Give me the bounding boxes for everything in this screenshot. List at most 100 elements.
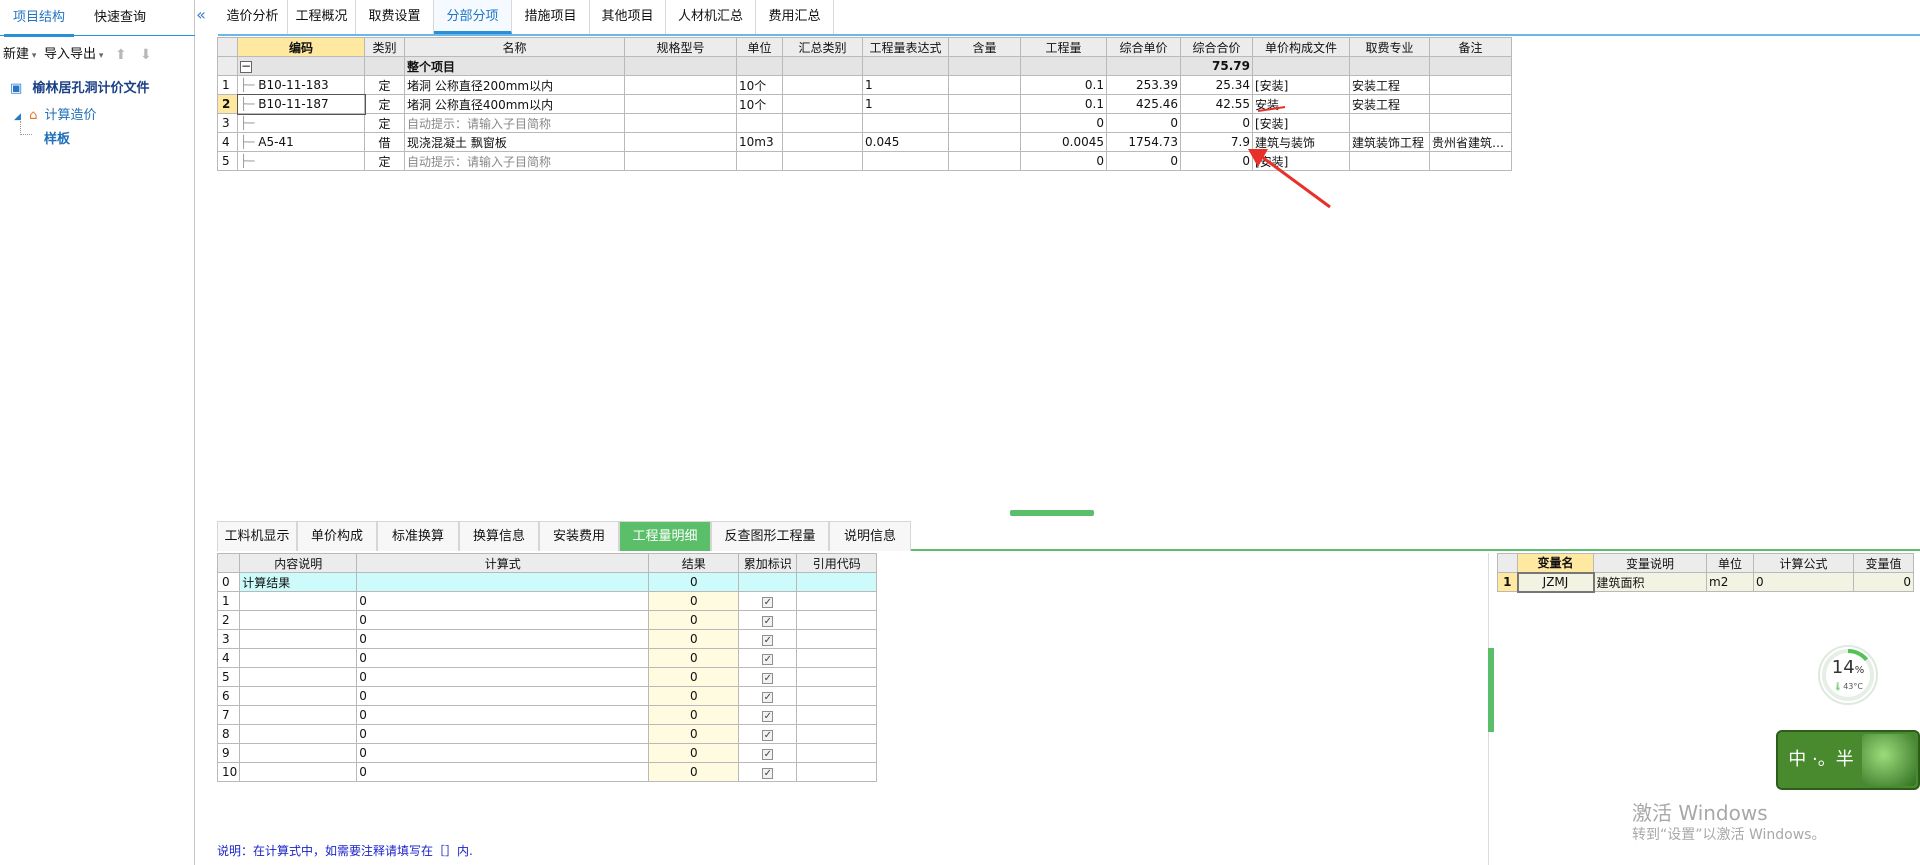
tab-cost-summary[interactable]: 费用汇总 [756,0,834,34]
col-var-desc[interactable]: 变量说明 [1593,553,1707,573]
formula-cell[interactable]: 0 [356,667,650,687]
qty-expression-cell[interactable]: 1 [862,94,949,114]
formula-cell[interactable]: 0 [356,705,650,725]
var-formula-cell[interactable]: 0 [1753,572,1854,592]
ref-code-cell[interactable] [796,686,878,706]
detail-result-ref[interactable] [796,572,878,592]
total-price-cell[interactable]: 25.34 [1180,75,1253,95]
remark-cell[interactable] [1429,113,1512,133]
spec-cell[interactable] [624,75,737,95]
spec-cell[interactable] [624,132,737,152]
col-unit-price[interactable]: 综合单价 [1106,37,1181,57]
tab-measures[interactable]: 措施项目 [512,0,590,34]
accumulate-cell[interactable]: ✓ [738,591,798,611]
unit-price-cell[interactable]: 253.39 [1106,75,1181,95]
ime-mode-text[interactable]: 中 ·。半 [1782,740,1860,780]
detail-result-row[interactable]: 0 计算结果 0 [216,572,878,592]
tree-leaf[interactable]: 样板 [44,128,70,147]
formula-cell[interactable]: 0 [356,743,650,763]
accumulate-cell[interactable]: ✓ [738,648,798,668]
accumulate-cell[interactable]: ✓ [738,686,798,706]
type-cell[interactable]: 定 [364,94,405,114]
fee-major-cell[interactable]: 建筑装饰工程 [1349,132,1430,152]
collapse-toggle-icon[interactable]: − [240,60,252,73]
sum-category-cell[interactable] [782,151,863,171]
unit-cell[interactable]: 10m3 [736,132,783,152]
tab-quick-query[interactable]: 快速查询 [84,0,156,35]
accumulate-cell[interactable]: ✓ [738,629,798,649]
fee-major-cell[interactable]: 安装工程 [1349,75,1430,95]
content-desc-cell[interactable] [239,629,358,649]
sum-category-cell[interactable] [782,132,863,152]
tree-root[interactable]: ▣ 榆林居孔洞计价文件 [10,77,149,96]
formula-cell[interactable]: 0 [356,648,650,668]
result-cell[interactable]: 0 [648,648,740,668]
detail-result-value[interactable]: 0 [648,572,740,592]
ref-code-cell[interactable] [796,762,878,782]
content-cell[interactable] [948,113,1021,133]
col-code[interactable]: 编码 [237,37,365,57]
detail-result-formula[interactable] [356,572,650,592]
name-cell[interactable]: 堵洞 公称直径400mm以内 [404,94,625,114]
unit-price-cell[interactable]: 0 [1106,113,1181,133]
content-cell[interactable] [948,94,1021,114]
spec-cell[interactable] [624,151,737,171]
col-spec[interactable]: 规格型号 [624,37,737,57]
content-desc-cell[interactable] [239,648,358,668]
detail-row[interactable]: 5 0 0 ✓ [216,667,878,687]
collapse-cell[interactable]: − [237,56,365,76]
accumulate-checkbox[interactable]: ✓ [762,749,774,760]
accumulate-cell[interactable]: ✓ [738,610,798,630]
remark-cell[interactable]: 贵州省建筑… [1429,132,1512,152]
detail-row[interactable]: 6 0 0 ✓ [216,686,878,706]
col-content-desc[interactable]: 内容说明 [239,553,358,573]
col-remark[interactable]: 备注 [1429,37,1512,57]
col-content[interactable]: 含量 [948,37,1021,57]
var-row[interactable]: 1 JZMJ 建筑面积 m2 0 0 [1497,571,1914,593]
ref-code-cell[interactable] [796,610,878,630]
col-result[interactable]: 结果 [648,553,740,573]
cpu-usage-widget[interactable]: 14% 🌡43°C [1818,645,1878,705]
sum-category-cell[interactable] [782,94,863,114]
tab-subdivision[interactable]: 分部分项 [434,0,512,34]
formula-cell[interactable]: 0 [356,610,650,630]
col-price-file[interactable]: 单价构成文件 [1252,37,1350,57]
ref-code-cell[interactable] [796,705,878,725]
var-value-cell[interactable]: 0 [1853,572,1914,592]
detail-result-accumulate[interactable] [738,572,798,592]
type-cell[interactable]: 定 [364,151,405,171]
col-var-formula[interactable]: 计算公式 [1753,553,1854,573]
name-cell[interactable]: 自动提示：请输入子目简称 [404,113,625,133]
import-export-button[interactable]: 导入导出 ▾ [44,44,103,66]
fee-major-cell[interactable]: 安装工程 [1349,94,1430,114]
name-cell[interactable]: 自动提示：请输入子目简称 [404,151,625,171]
table-row[interactable]: 1 ├─ B10-11-183 定堵洞 公称直径200mm以内 10个 1 0.1 253.… [217,75,1512,95]
tab-other-items[interactable]: 其他项目 [590,0,666,34]
type-cell[interactable]: 定 [364,75,405,95]
content-desc-cell[interactable] [239,591,358,611]
detail-row[interactable]: 2 0 0 ✓ [216,610,878,630]
accumulate-cell[interactable]: ✓ [738,667,798,687]
col-qty-expression[interactable]: 工程量表达式 [862,37,949,57]
accumulate-checkbox[interactable]: ✓ [762,616,774,627]
panel-splitter[interactable] [1010,510,1094,516]
detail-row[interactable]: 1 0 0 ✓ [216,591,878,611]
detail-row[interactable]: 10 0 0 ✓ [216,762,878,782]
var-name-cell[interactable]: JZMJ [1516,571,1595,593]
spec-cell[interactable] [624,113,737,133]
var-desc-cell[interactable]: 建筑面积 [1593,572,1707,592]
type-cell[interactable]: 借 [364,132,405,152]
content-desc-cell[interactable] [239,724,358,744]
quantity-cell[interactable]: 0 [1020,151,1107,171]
col-var-name[interactable]: 变量名 [1517,553,1594,573]
col-name[interactable]: 名称 [404,37,625,57]
unit-cell[interactable] [736,113,783,133]
col-var-value[interactable]: 变量值 [1853,553,1914,573]
qty-expression-cell[interactable]: 0.045 [862,132,949,152]
formula-cell[interactable]: 0 [356,686,650,706]
accumulate-cell[interactable]: ✓ [738,743,798,763]
summary-row[interactable]: − 整个项目 75.79 [217,56,1512,76]
result-cell[interactable]: 0 [648,629,740,649]
col-formula[interactable]: 计算式 [356,553,650,573]
formula-cell[interactable]: 0 [356,762,650,782]
